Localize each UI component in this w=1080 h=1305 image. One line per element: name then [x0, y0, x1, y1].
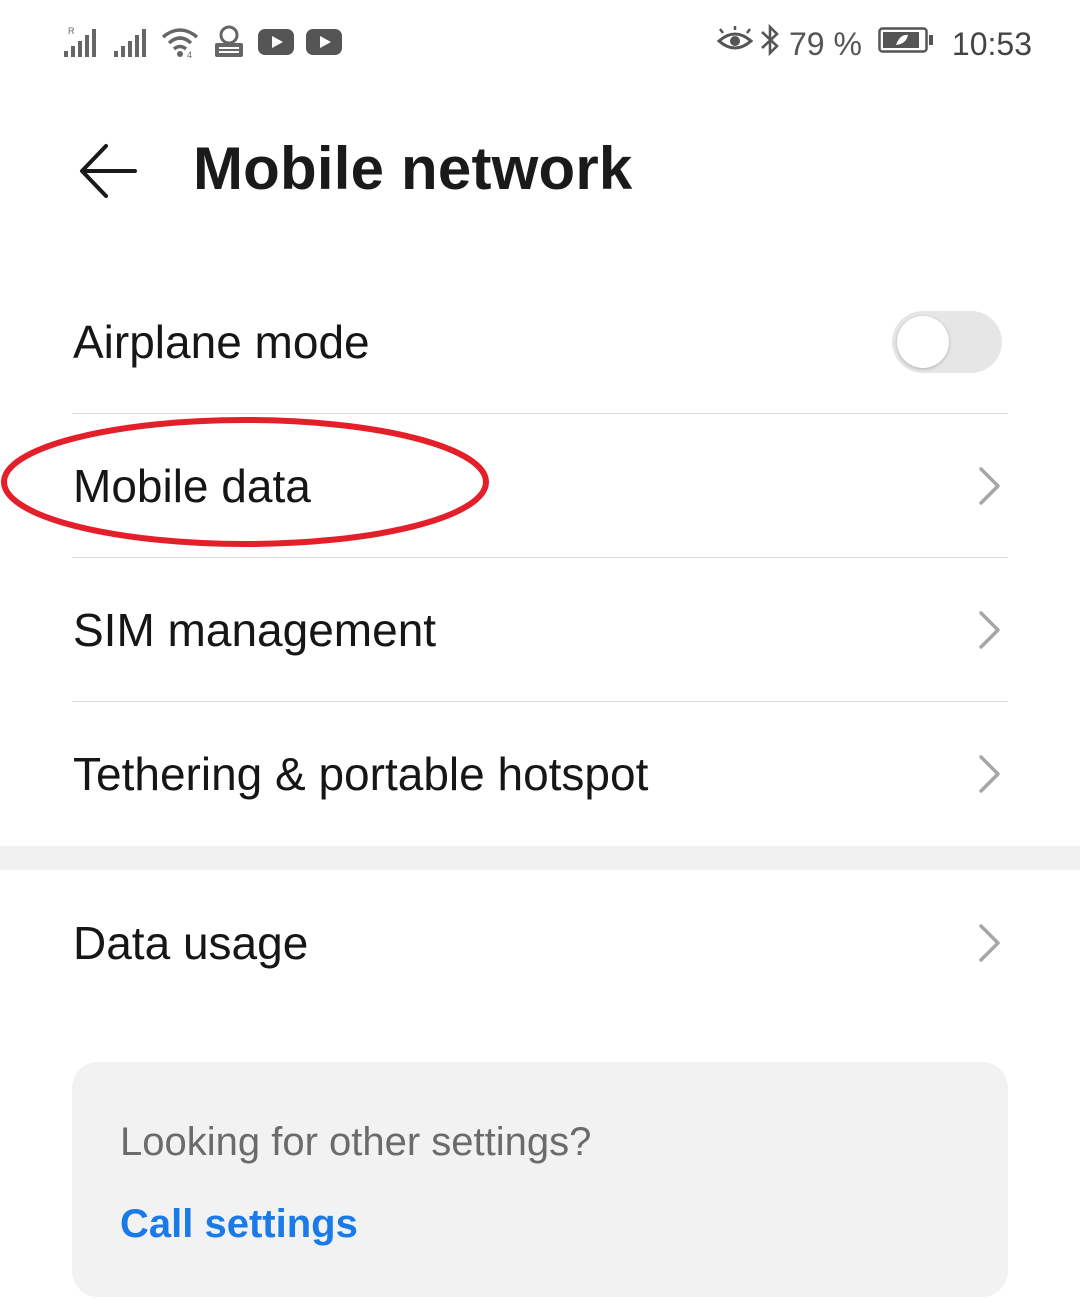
airplane-mode-row[interactable]: Airplane mode [0, 270, 1080, 414]
svg-text:R: R [68, 26, 75, 36]
chevron-right-icon [976, 752, 1004, 796]
sim-management-label: SIM management [73, 604, 437, 656]
bluetooth-icon [759, 23, 781, 65]
toggle-knob [897, 316, 949, 368]
mobile-data-row[interactable]: Mobile data [0, 414, 1080, 558]
wifi-icon: 4 [160, 25, 200, 64]
battery-percent: 79 % [788, 25, 862, 62]
battery-icon [878, 25, 934, 63]
back-arrow-icon [78, 142, 138, 205]
data-usage-row[interactable]: Data usage [0, 870, 1080, 1016]
section-divider [0, 846, 1080, 870]
vpn-icon [212, 25, 246, 64]
chevron-right-icon [976, 464, 1004, 508]
status-icons-left: R 4 [62, 24, 342, 64]
header: Mobile network [0, 110, 1080, 240]
signal-icon [112, 25, 148, 64]
settings-list: Airplane mode Mobile data SIM management… [0, 270, 1080, 846]
tethering-row[interactable]: Tethering & portable hotspot [0, 702, 1080, 846]
eye-icon [716, 25, 754, 63]
sim-management-row[interactable]: SIM management [0, 558, 1080, 702]
data-usage-label: Data usage [73, 917, 309, 969]
chevron-right-icon [976, 608, 1004, 652]
youtube-icon [258, 28, 294, 60]
signal-icon: R [62, 25, 100, 64]
status-time: 10:53 [951, 25, 1032, 62]
chevron-right-icon [976, 921, 1004, 965]
back-button[interactable] [70, 138, 146, 208]
status-bar: R 4 79 % 10:53 [0, 0, 1080, 90]
youtube-icon [306, 28, 342, 60]
call-settings-link[interactable]: Call settings [120, 1202, 358, 1247]
tethering-label: Tethering & portable hotspot [73, 748, 649, 800]
svg-text:4: 4 [187, 50, 192, 59]
other-settings-card: Looking for other settings? Call setting… [72, 1062, 1008, 1297]
other-settings-question: Looking for other settings? [120, 1120, 592, 1164]
mobile-data-label: Mobile data [73, 460, 311, 512]
airplane-mode-toggle[interactable] [892, 311, 1002, 373]
airplane-mode-label: Airplane mode [73, 316, 370, 368]
page-title: Mobile network [193, 135, 633, 202]
status-icons-right: 79 % 10:53 [716, 22, 1032, 66]
